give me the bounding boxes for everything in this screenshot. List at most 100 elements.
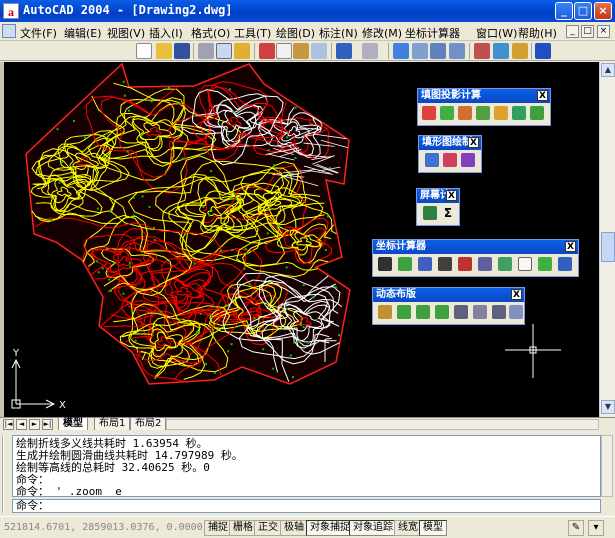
save-icon[interactable] [174,43,190,59]
first-tab-icon[interactable]: |◄ [3,419,14,430]
menu-help[interactable]: 帮助(H) [518,25,557,41]
tool-palettes-icon[interactable] [512,43,528,59]
drawing-area[interactable]: Y X 填图投影计算 X 填形图绘制 X 屏幕计 X Σ 坐标计算器 X 动态布… [4,62,599,417]
close-icon[interactable]: X [468,137,479,148]
tool-icon[interactable] [498,257,512,271]
tool-icon[interactable] [494,106,508,120]
lineweight-toggle[interactable]: 线宽 [394,520,422,536]
tool-icon[interactable] [454,305,468,319]
tool-icon[interactable] [476,106,490,120]
tool-icon[interactable] [530,106,544,120]
scroll-down-icon[interactable]: ▼ [601,400,615,414]
menu-draw[interactable]: 绘图(D) [276,25,315,41]
tool-icon[interactable] [458,257,472,271]
tool-icon[interactable] [538,257,552,271]
zoom-previous-icon[interactable] [449,43,465,59]
sigma-icon[interactable]: Σ [441,206,455,220]
close-button[interactable]: × [594,2,612,20]
tool-icon[interactable] [416,305,430,319]
mdi-restore-button[interactable]: □ [581,25,594,38]
palette-title[interactable]: 坐标计算器 X [373,240,578,254]
menu-format[interactable]: 格式(O) [191,25,230,41]
menu-insert[interactable]: 插入(I) [149,25,183,41]
grid-toggle[interactable]: 栅格 [229,520,257,536]
palette-terrain-drawing[interactable]: 填形图绘制 X [418,135,482,173]
new-icon[interactable] [136,43,152,59]
zoom-realtime-icon[interactable] [412,43,428,59]
open-icon[interactable] [156,43,172,59]
snap-toggle[interactable]: 捕捉 [204,520,232,536]
command-input[interactable]: 命令： [12,499,601,513]
tool-icon[interactable] [438,257,452,271]
tool-icon[interactable] [440,106,454,120]
design-center-icon[interactable] [493,43,509,59]
menu-file[interactable]: 文件(F) [20,25,57,41]
tool-icon[interactable] [458,106,472,120]
tool-icon[interactable] [422,106,436,120]
print-preview-icon[interactable] [216,43,232,59]
mdi-minimize-button[interactable]: _ [566,25,579,38]
palette-coord-calculator[interactable]: 坐标计算器 X [372,239,579,277]
last-tab-icon[interactable]: ►| [42,419,53,430]
command-scrollbar[interactable] [601,435,613,497]
minimize-button[interactable]: _ [555,2,573,20]
palette-screen-calc[interactable]: 屏幕计 X Σ [416,188,460,226]
help-icon[interactable] [535,43,551,59]
palette-title[interactable]: 填图投影计算 X [418,89,550,103]
vertical-scrollbar[interactable]: ▲ ▼ [599,62,615,417]
maximize-button[interactable]: □ [574,2,592,20]
tool-icon[interactable] [509,305,523,319]
palette-dynamic-layout[interactable]: 动态布版 X [372,287,525,325]
close-icon[interactable]: X [565,241,576,252]
mdi-close-button[interactable]: × [597,25,610,38]
redo-icon[interactable] [362,43,378,59]
prev-tab-icon[interactable]: ◄ [16,419,27,430]
tool-icon[interactable] [478,257,492,271]
properties-icon[interactable] [474,43,490,59]
tool-icon[interactable] [443,153,457,167]
tool-icon[interactable] [425,153,439,167]
palette-title[interactable]: 填形图绘制 X [419,136,481,150]
menu-coord-calculator[interactable]: 坐标计算器 [405,25,460,41]
cut-icon[interactable] [259,43,275,59]
paste-icon[interactable] [293,43,309,59]
model-toggle[interactable]: 模型 [419,520,447,536]
close-icon[interactable]: X [446,190,457,201]
document-icon[interactable] [2,24,16,38]
menu-dimension[interactable]: 标注(N) [319,25,358,41]
tool-icon[interactable] [423,206,437,220]
scroll-thumb[interactable] [601,232,615,262]
menu-view[interactable]: 视图(V) [107,25,145,41]
tool-icon[interactable] [435,305,449,319]
palette-title[interactable]: 屏幕计 X [417,189,459,203]
tool-icon[interactable] [378,305,392,319]
osnap-toggle[interactable]: 对象捕捉 [306,520,354,536]
tool-icon[interactable] [397,305,411,319]
next-tab-icon[interactable]: ► [29,419,40,430]
close-icon[interactable]: X [511,289,522,300]
pan-icon[interactable] [393,43,409,59]
tray-settings-icon[interactable]: ▾ [588,520,604,536]
otrack-toggle[interactable]: 对象追踪 [349,520,397,536]
tool-icon[interactable] [518,257,532,271]
polar-toggle[interactable]: 极轴 [280,520,308,536]
menu-modify[interactable]: 修改(M) [362,25,402,41]
menu-tools[interactable]: 工具(T) [234,25,271,41]
tool-icon[interactable] [398,257,412,271]
horizontal-scrollbar[interactable] [166,419,599,430]
undo-icon[interactable] [336,43,352,59]
autocad-logo-icon[interactable]: a [3,3,19,19]
communication-center-icon[interactable]: ✎ [568,520,584,536]
tool-icon[interactable] [492,305,506,319]
ortho-toggle[interactable]: 正交 [254,520,282,536]
match-properties-icon[interactable] [311,43,327,59]
palette-projection-calc[interactable]: 填图投影计算 X [417,88,551,126]
scroll-up-icon[interactable]: ▲ [601,63,615,77]
tool-icon[interactable] [512,106,526,120]
copy-icon[interactable] [276,43,292,59]
tool-icon[interactable] [418,257,432,271]
dock-grip[interactable] [2,435,8,513]
palette-title[interactable]: 动态布版 X [373,288,524,302]
publish-icon[interactable] [234,43,250,59]
zoom-window-icon[interactable] [430,43,446,59]
